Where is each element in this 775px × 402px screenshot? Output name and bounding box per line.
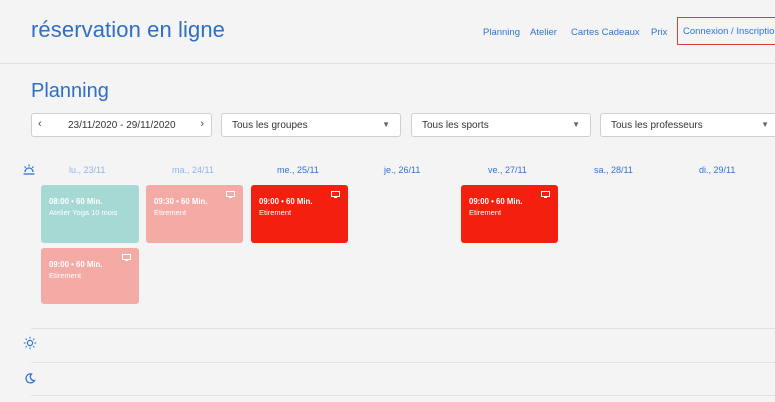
- session-name: Etirement: [154, 208, 187, 217]
- nav-prix[interactable]: Prix: [651, 27, 667, 38]
- session-name: Etirement: [469, 208, 502, 217]
- screen-icon: [226, 191, 235, 198]
- login-label: Connexion / Inscription: [683, 26, 775, 37]
- teachers-select-value: Tous les professeurs: [611, 120, 703, 131]
- day-header-sat: sa., 28/11: [594, 165, 633, 175]
- header: réservation en ligne Planning Atelier Ca…: [0, 0, 775, 58]
- session-time: 08:00 • 60 Min.: [49, 197, 103, 206]
- chevron-down-icon: ▼: [761, 120, 769, 129]
- nav-cartes-cadeaux[interactable]: Cartes Cadeaux: [571, 27, 640, 38]
- brand-title[interactable]: réservation en ligne: [31, 17, 225, 43]
- prev-week-icon[interactable]: ‹: [38, 118, 42, 130]
- next-week-icon[interactable]: ›: [200, 118, 204, 130]
- session-time: 09:30 • 60 Min.: [154, 197, 208, 206]
- session-card[interactable]: 09:00 • 60 Min. Etirement: [461, 185, 558, 243]
- teachers-select[interactable]: Tous les professeurs ▼: [600, 113, 775, 137]
- chevron-down-icon: ▼: [382, 120, 390, 129]
- session-name: Etirement: [49, 271, 82, 280]
- nav-planning[interactable]: Planning: [483, 27, 520, 38]
- day-header-sun: di., 29/11: [699, 165, 736, 175]
- chevron-down-icon: ▼: [572, 120, 580, 129]
- day-header-thu: je., 26/11: [384, 165, 421, 175]
- day-header-tue: ma., 24/11: [172, 165, 214, 175]
- date-range-label: 23/11/2020 - 29/11/2020: [68, 120, 176, 131]
- session-time: 09:00 • 60 Min.: [469, 197, 523, 206]
- page-title: Planning: [31, 80, 109, 102]
- period-divider: [31, 328, 775, 329]
- session-time: 09:00 • 60 Min.: [49, 260, 103, 269]
- session-name: Etirement: [259, 208, 292, 217]
- login-button[interactable]: Connexion / Inscription: [677, 17, 775, 45]
- moon-icon: [25, 373, 36, 384]
- session-card[interactable]: 09:00 • 60 Min. Etirement: [251, 185, 348, 243]
- sports-select[interactable]: Tous les sports ▼: [411, 113, 591, 137]
- day-header-fri: ve., 27/11: [488, 165, 527, 175]
- sports-select-value: Tous les sports: [422, 120, 489, 131]
- period-divider: [31, 395, 775, 396]
- session-card[interactable]: 09:00 • 60 Min. Etirement: [41, 248, 139, 304]
- session-name: Atelier Yoga 10 mois: [49, 208, 118, 217]
- screen-icon: [331, 191, 340, 198]
- session-card[interactable]: 09:30 • 60 Min. Etirement: [146, 185, 243, 243]
- day-header-mon: lu., 23/11: [69, 165, 106, 175]
- session-card[interactable]: 08:00 • 60 Min. Atelier Yoga 10 mois: [41, 185, 139, 243]
- screen-icon: [541, 191, 550, 198]
- period-divider: [31, 362, 775, 363]
- header-divider: [0, 63, 775, 64]
- nav-atelier[interactable]: Atelier: [530, 27, 557, 38]
- date-range-picker[interactable]: ‹ 23/11/2020 - 29/11/2020 ›: [31, 113, 212, 137]
- groups-select[interactable]: Tous les groupes ▼: [221, 113, 401, 137]
- screen-icon: [122, 254, 131, 261]
- sunrise-icon: [23, 164, 35, 175]
- sun-icon: [23, 336, 37, 350]
- day-header-wed: me., 25/11: [277, 165, 319, 175]
- groups-select-value: Tous les groupes: [232, 120, 308, 131]
- session-time: 09:00 • 60 Min.: [259, 197, 313, 206]
